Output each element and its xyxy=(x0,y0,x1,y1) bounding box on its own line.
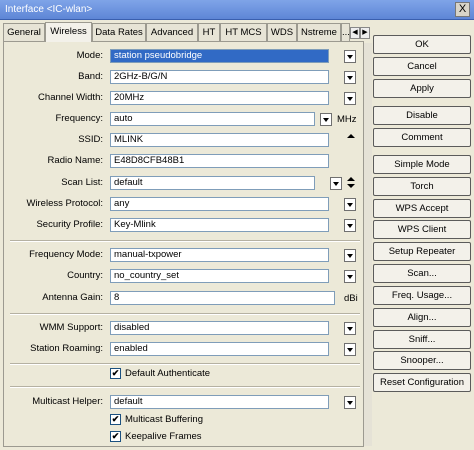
wireless-protocol-select[interactable]: any xyxy=(110,197,329,211)
security-profile-dropdown-icon[interactable] xyxy=(344,219,356,232)
band-select[interactable]: 2GHz-B/G/N xyxy=(110,70,329,84)
frequency-unit: MHz xyxy=(337,114,357,125)
reset-configuration-button[interactable]: Reset Configuration xyxy=(373,373,471,392)
keepalive-frames-label: Keepalive Frames xyxy=(125,431,202,442)
frequency-mode-label: Frequency Mode: xyxy=(29,249,103,260)
apply-button[interactable]: Apply xyxy=(373,79,471,98)
security-profile-label: Security Profile: xyxy=(36,219,103,230)
scan-list-label: Scan List: xyxy=(61,177,103,188)
frequency-mode-select[interactable]: manual-txpower xyxy=(110,248,329,262)
sniff-button[interactable]: Sniff... xyxy=(373,330,471,349)
scan-list-updown-icon[interactable] xyxy=(346,176,356,190)
tab-nstreme[interactable]: Nstreme xyxy=(297,23,341,41)
frequency-mode-dropdown-icon[interactable] xyxy=(344,249,356,262)
radio-name-label: Radio Name: xyxy=(47,155,103,166)
default-authenticate-label: Default Authenticate xyxy=(125,368,211,379)
ssid-label: SSID: xyxy=(78,134,103,145)
keepalive-frames-checkbox[interactable]: ✔ xyxy=(110,431,121,442)
antenna-gain-label: Antenna Gain: xyxy=(42,292,103,303)
tab-data-rates[interactable]: Data Rates xyxy=(92,23,146,41)
scan-list-dropdown-icon[interactable] xyxy=(330,177,342,190)
window-title: Interface <IC-wlan> xyxy=(5,4,93,15)
channel-width-label: Channel Width: xyxy=(38,92,103,103)
tab-ht-mcs[interactable]: HT MCS xyxy=(220,23,267,41)
channel-width-dropdown-icon[interactable] xyxy=(344,92,356,105)
separator xyxy=(10,240,360,242)
channel-width-select[interactable]: 20MHz xyxy=(110,91,329,105)
mode-dropdown-icon[interactable] xyxy=(344,50,356,63)
snooper-button[interactable]: Snooper... xyxy=(373,351,471,370)
tab-general[interactable]: General xyxy=(3,23,45,41)
tab-scroll-left-icon[interactable]: ◀ xyxy=(350,27,360,39)
security-profile-select[interactable]: Key-Mlink xyxy=(110,218,329,232)
wireless-protocol-label: Wireless Protocol: xyxy=(26,198,103,209)
mode-label: Mode: xyxy=(76,50,103,61)
tab-wireless[interactable]: Wireless xyxy=(45,22,92,42)
wmm-support-label: WMM Support: xyxy=(39,322,103,333)
country-select[interactable]: no_country_set xyxy=(110,269,329,283)
tab-advanced[interactable]: Advanced xyxy=(146,23,198,41)
ok-button[interactable]: OK xyxy=(373,35,471,54)
disable-button[interactable]: Disable xyxy=(373,106,471,125)
band-dropdown-icon[interactable] xyxy=(344,71,356,84)
simple-mode-button[interactable]: Simple Mode xyxy=(373,155,471,174)
multicast-helper-dropdown-icon[interactable] xyxy=(344,396,356,409)
frequency-label: Frequency: xyxy=(55,113,103,124)
wps-client-button[interactable]: WPS Client xyxy=(373,220,471,239)
wmm-support-dropdown-icon[interactable] xyxy=(344,322,356,335)
antenna-gain-input[interactable]: 8 xyxy=(110,291,335,305)
tab-scroll-right-icon[interactable]: ▶ xyxy=(360,27,370,39)
frequency-dropdown-icon[interactable] xyxy=(320,113,332,126)
multicast-buffering-checkbox[interactable]: ✔ xyxy=(110,414,121,425)
separator xyxy=(10,386,360,388)
comment-button[interactable]: Comment xyxy=(373,128,471,147)
wmm-support-select[interactable]: disabled xyxy=(110,321,329,335)
station-roaming-dropdown-icon[interactable] xyxy=(344,343,356,356)
tab-ht[interactable]: HT xyxy=(198,23,220,41)
tab-more[interactable]: ... xyxy=(341,23,350,41)
station-roaming-label: Station Roaming: xyxy=(30,343,103,354)
country-label: Country: xyxy=(67,270,103,281)
cancel-button[interactable]: Cancel xyxy=(373,57,471,76)
mode-select[interactable]: station pseudobridge xyxy=(110,49,329,63)
setup-repeater-button[interactable]: Setup Repeater xyxy=(373,242,471,261)
align-button[interactable]: Align... xyxy=(373,308,471,327)
multicast-helper-label: Multicast Helper: xyxy=(32,396,103,407)
wireless-protocol-dropdown-icon[interactable] xyxy=(344,198,356,211)
ssid-collapse-icon[interactable] xyxy=(346,133,356,147)
band-label: Band: xyxy=(78,71,103,82)
multicast-helper-select[interactable]: default xyxy=(110,395,329,409)
frequency-select[interactable]: auto xyxy=(110,112,315,126)
station-roaming-select[interactable]: enabled xyxy=(110,342,329,356)
wps-accept-button[interactable]: WPS Accept xyxy=(373,199,471,218)
separator xyxy=(10,313,360,315)
separator xyxy=(10,363,360,365)
default-authenticate-checkbox[interactable]: ✔ xyxy=(110,368,121,379)
torch-button[interactable]: Torch xyxy=(373,177,471,196)
freq-usage-button[interactable]: Freq. Usage... xyxy=(373,286,471,305)
close-button[interactable]: X xyxy=(455,2,470,17)
tab-wds[interactable]: WDS xyxy=(267,23,297,41)
scan-button[interactable]: Scan... xyxy=(373,264,471,283)
scan-list-select[interactable]: default xyxy=(110,176,315,190)
multicast-buffering-label: Multicast Buffering xyxy=(125,414,203,425)
antenna-gain-unit: dBi xyxy=(344,293,358,304)
country-dropdown-icon[interactable] xyxy=(344,270,356,283)
title-bar: Interface <IC-wlan> X xyxy=(0,0,474,20)
radio-name-input[interactable]: E48D8CFB48B1 xyxy=(110,154,329,168)
panel-scrollbar[interactable] xyxy=(364,43,372,446)
ssid-input[interactable]: MLINK xyxy=(110,133,329,147)
wireless-panel: Mode: station pseudobridge Band: 2GHz-B/… xyxy=(3,41,364,447)
